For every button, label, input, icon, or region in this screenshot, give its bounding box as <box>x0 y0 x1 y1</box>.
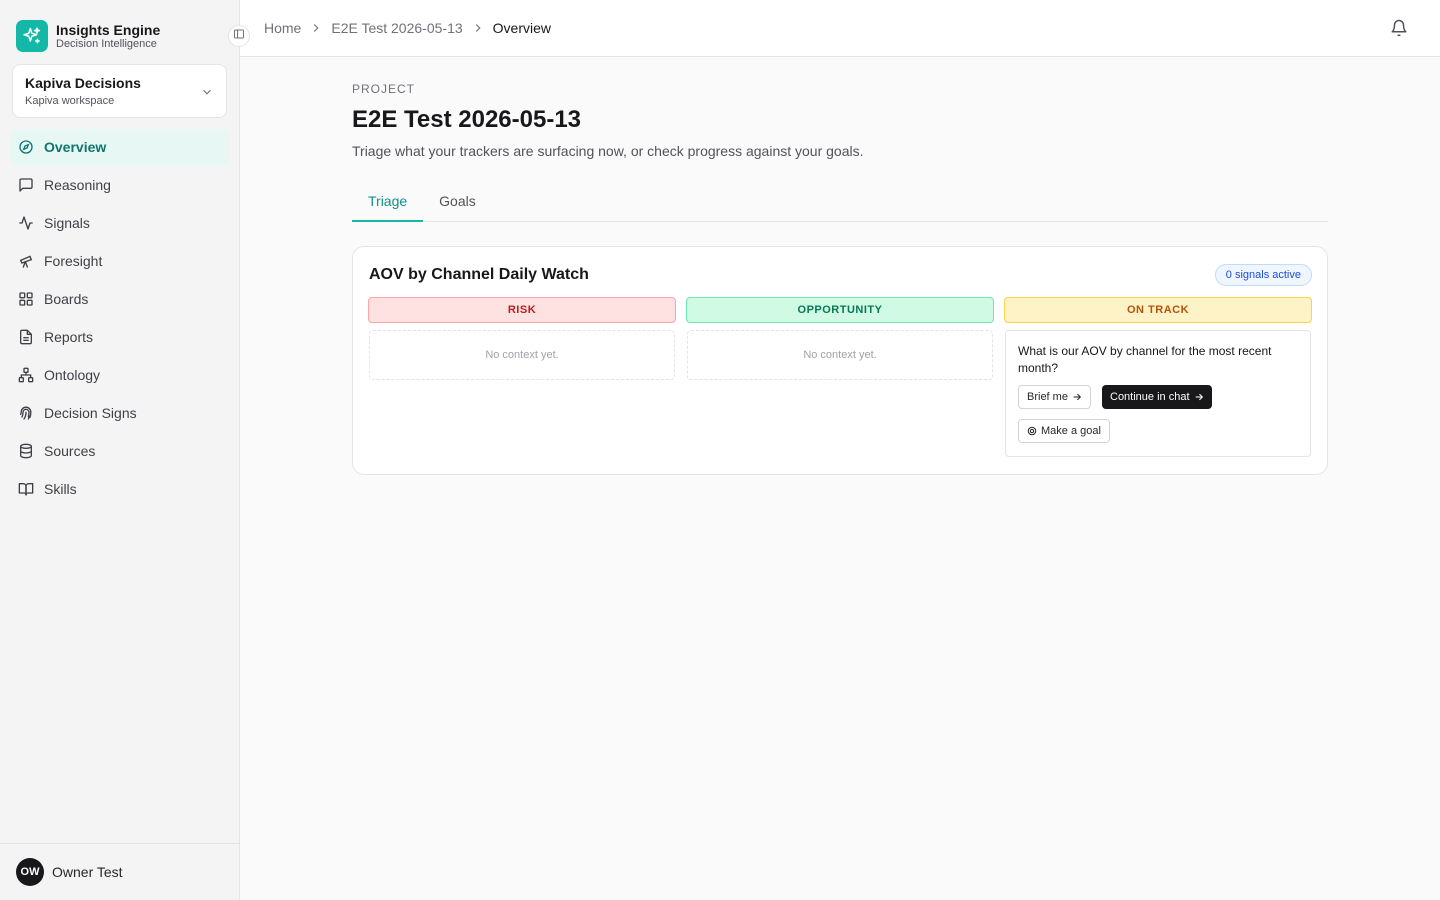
sidebar-item-label: Boards <box>44 291 89 307</box>
question-card: What is our AOV by channel for the most … <box>1005 330 1311 457</box>
user-name: Owner Test <box>52 864 123 880</box>
page-title: E2E Test 2026-05-13 <box>352 106 582 133</box>
sidebar: Insights Engine Decision Intelligence Ka… <box>0 0 250 900</box>
brand-subtitle: Decision Intelligence <box>56 37 157 50</box>
sidebar-item-label: Overview <box>44 139 107 155</box>
breadcrumb-home[interactable]: Home <box>264 20 301 36</box>
brief-me-label: Brief me <box>1027 391 1068 403</box>
opportunity-empty-state: No context yet. <box>687 330 993 380</box>
question-text: What is our AOV by channel for the most … <box>1018 344 1272 375</box>
sidebar-item-decision-signs[interactable]: Decision Signs <box>10 395 230 431</box>
sidebar-item-label: Ontology <box>44 367 101 383</box>
tracker-title: AOV by Channel Daily Watch <box>369 266 589 283</box>
database-icon <box>18 443 34 459</box>
sidebar-item-overview[interactable]: Overview <box>10 129 230 165</box>
arrow-right-icon <box>1194 392 1204 402</box>
on-track-column-header: ON TRACK <box>1004 297 1312 323</box>
panel-left-icon <box>233 27 245 45</box>
brief-me-button[interactable]: Brief me <box>1018 385 1091 409</box>
breadcrumb-current: Overview <box>492 20 551 36</box>
tab-bar: Triage Goals <box>352 185 1328 222</box>
chevron-down-icon <box>200 85 214 104</box>
breadcrumb-project[interactable]: E2E Test 2026-05-13 <box>331 20 462 36</box>
sidebar-item-label: Signals <box>44 215 90 231</box>
sidebar-item-label: Reasoning <box>44 177 111 193</box>
sidebar-item-boards[interactable]: Boards <box>10 281 230 317</box>
brand[interactable]: Insights Engine Decision Intelligence <box>16 20 160 52</box>
workspace-subtitle: Kapiva workspace <box>25 95 115 107</box>
tab-goals[interactable]: Goals <box>423 185 492 222</box>
sidebar-item-label: Reports <box>44 329 94 345</box>
continue-in-chat-button[interactable]: Continue in chat <box>1102 385 1212 409</box>
chevron-right-icon <box>471 21 485 35</box>
sidebar-item-label: Sources <box>44 443 96 459</box>
file-text-icon <box>18 329 34 345</box>
tracker-card: AOV by Channel Daily Watch 0 signals act… <box>352 246 1328 475</box>
bell-icon[interactable] <box>1390 19 1408 42</box>
sidebar-nav: Overview Reasoning Signals Foresight Boa… <box>10 129 230 509</box>
on-track-column: ON TRACK What is our AOV by channel for … <box>1004 297 1312 457</box>
book-open-icon <box>18 481 34 497</box>
sidebar-item-reasoning[interactable]: Reasoning <box>10 167 230 203</box>
opportunity-column: OPPORTUNITY No context yet. <box>686 297 994 380</box>
page-subtitle: Triage what your trackers are surfacing … <box>352 143 864 159</box>
sidebar-item-label: Foresight <box>44 253 103 269</box>
chevron-right-icon <box>309 21 323 35</box>
sidebar-collapse-button[interactable] <box>228 25 250 47</box>
sidebar-item-signals[interactable]: Signals <box>10 205 230 241</box>
sidebar-item-ontology[interactable]: Ontology <box>10 357 230 393</box>
risk-column-header: RISK <box>368 297 676 323</box>
target-icon <box>1027 426 1037 436</box>
fingerprint-icon <box>18 405 34 421</box>
top-bar: Home E2E Test 2026-05-13 Overview <box>240 0 1440 57</box>
risk-column: RISK No context yet. <box>368 297 676 380</box>
make-a-goal-label: Make a goal <box>1041 425 1101 437</box>
sidebar-item-label: Decision Signs <box>44 405 137 421</box>
sidebar-item-skills[interactable]: Skills <box>10 471 230 507</box>
activity-icon <box>18 215 34 231</box>
tab-triage[interactable]: Triage <box>352 185 424 222</box>
continue-in-chat-label: Continue in chat <box>1110 391 1190 403</box>
sparkles-icon <box>16 20 48 52</box>
sidebar-item-label: Skills <box>44 481 77 497</box>
network-icon <box>18 367 34 383</box>
message-square-icon <box>18 177 34 193</box>
page-eyebrow: PROJECT <box>352 82 416 96</box>
status-badge: 0 signals active <box>1214 264 1312 286</box>
make-a-goal-button[interactable]: Make a goal <box>1018 419 1110 443</box>
telescope-icon <box>18 253 34 269</box>
sidebar-item-foresight[interactable]: Foresight <box>10 243 230 279</box>
brand-name: Insights Engine <box>56 21 161 38</box>
risk-empty-state: No context yet. <box>369 330 675 380</box>
avatar: OW <box>16 858 44 886</box>
compass-icon <box>18 139 34 155</box>
sidebar-item-sources[interactable]: Sources <box>10 433 230 469</box>
grid-icon <box>18 291 34 307</box>
workspace-name: Kapiva Decisions <box>25 75 141 91</box>
sidebar-item-reports[interactable]: Reports <box>10 319 230 355</box>
user-menu[interactable]: OW Owner Test <box>0 843 239 900</box>
opportunity-column-header: OPPORTUNITY <box>686 297 994 323</box>
arrow-right-icon <box>1072 392 1082 402</box>
workspace-switcher[interactable]: Kapiva Decisions Kapiva workspace <box>12 64 227 118</box>
